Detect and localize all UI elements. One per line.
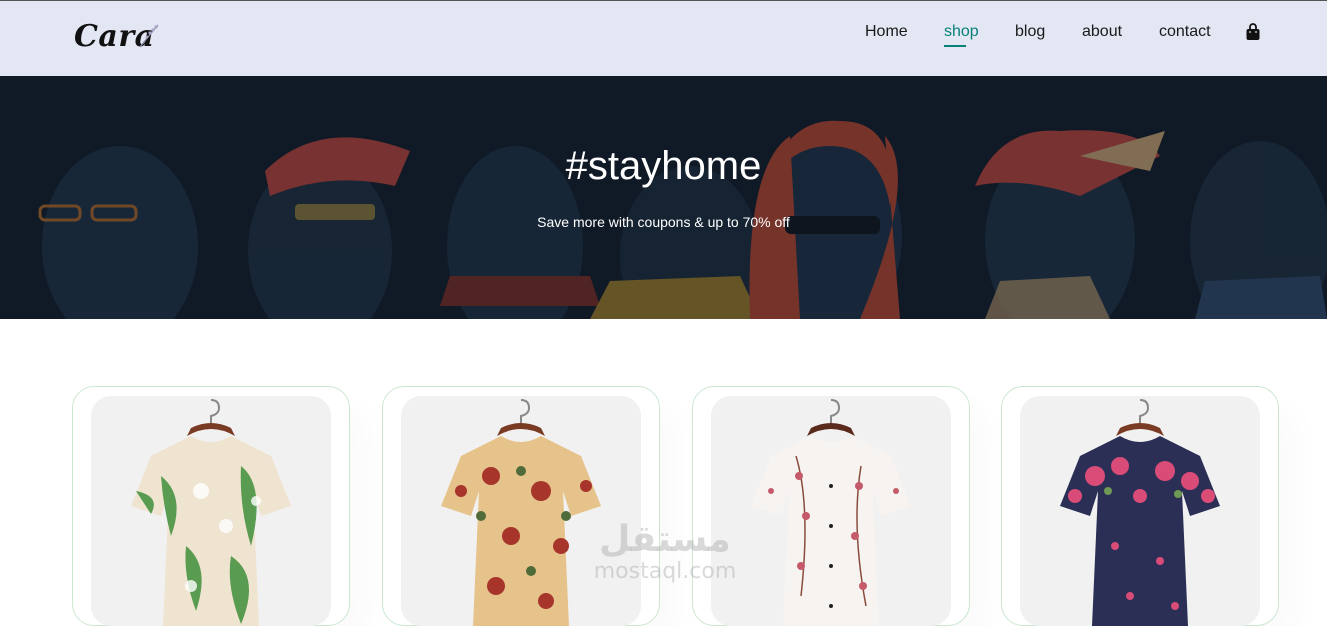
nav-home[interactable]: Home: [865, 23, 908, 41]
site-header: Cara Home shop blog about contact: [0, 0, 1327, 76]
product-card[interactable]: [1001, 386, 1279, 626]
product-card[interactable]: [692, 386, 970, 626]
product-image-white-pink-blossom-shirt[interactable]: [711, 396, 951, 626]
hero-subtitle: Save more with coupons & up to 70% off: [537, 214, 790, 230]
product-image-green-floral-shirt[interactable]: [91, 396, 331, 626]
watermark: مستقل mostaql.com: [585, 520, 745, 590]
nav-contact[interactable]: contact: [1159, 23, 1211, 41]
hero-banner: #stayhome Save more with coupons & up to…: [0, 76, 1327, 319]
product-image-navy-pink-rose-shirt[interactable]: [1020, 396, 1260, 626]
nav-shop[interactable]: shop: [944, 23, 979, 41]
product-card[interactable]: [72, 386, 350, 626]
nav-blog[interactable]: blog: [1015, 23, 1045, 41]
watermark-arabic: مستقل: [599, 519, 731, 560]
nav-about[interactable]: about: [1082, 23, 1122, 41]
product-card[interactable]: [382, 386, 660, 626]
active-nav-underline: [944, 45, 966, 47]
product-image-beige-red-floral-shirt[interactable]: [401, 396, 641, 626]
hero-title: #stayhome: [565, 144, 762, 188]
hero-illustration: [0, 76, 1327, 319]
watermark-latin: mostaql.com: [593, 559, 737, 584]
shopping-bag-icon[interactable]: [1245, 23, 1261, 41]
lavender-sprig-icon: [139, 24, 159, 48]
